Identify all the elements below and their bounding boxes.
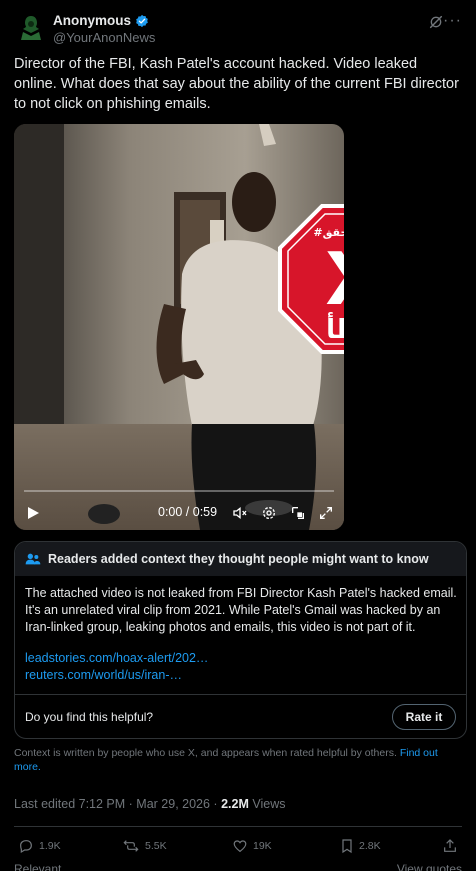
tweet-text: Director of the FBI, Kash Patel's accoun… bbox=[14, 56, 459, 112]
bookmark-count: 2.8K bbox=[359, 840, 381, 852]
note-source-link-2[interactable]: reuters.com/world/us/iran-… bbox=[25, 668, 182, 682]
tweet-meta: Last edited 7:12 PM · Mar 29, 2026 · 2.2… bbox=[14, 797, 285, 811]
stamp-bottom-text: خطأ bbox=[326, 312, 344, 345]
edited-timestamp[interactable]: Last edited 7:12 PM · Mar 29, 2026 · bbox=[14, 797, 218, 811]
share-icon[interactable] bbox=[442, 838, 458, 854]
tweet-header: Anonymous @YourAnonNews ··· bbox=[14, 8, 462, 48]
stamp-letter: X bbox=[325, 237, 344, 321]
context-text: Context is written by people who use X, … bbox=[14, 747, 397, 759]
avatar[interactable] bbox=[14, 10, 48, 44]
community-note: Readers added context they thought peopl… bbox=[14, 541, 467, 739]
more-options-icon[interactable]: ··· bbox=[443, 12, 462, 30]
like-count: 19K bbox=[253, 840, 272, 852]
volume-icon[interactable] bbox=[232, 505, 248, 521]
author-name-text: Anonymous bbox=[53, 13, 132, 28]
heart-icon bbox=[233, 840, 247, 853]
relevant-sort[interactable]: Relevant bbox=[14, 862, 61, 871]
video-progress-bar[interactable] bbox=[24, 490, 334, 492]
replies-sort-bar: Relevant View quotes bbox=[14, 862, 462, 871]
settings-gear-icon[interactable] bbox=[261, 505, 277, 521]
community-note-body: The attached video is not leaked from FB… bbox=[25, 586, 457, 634]
context-disclaimer: Context is written by people who use X, … bbox=[14, 746, 462, 774]
bookmark-button[interactable]: 2.8K bbox=[340, 838, 381, 854]
video-timecode: 0:00 / 0:59 bbox=[158, 505, 218, 519]
like-button[interactable]: 19K bbox=[232, 838, 272, 854]
divider bbox=[15, 694, 466, 695]
note-source-link-1[interactable]: leadstories.com/hoax-alert/202… bbox=[25, 651, 208, 665]
author-name[interactable]: Anonymous bbox=[53, 13, 149, 28]
view-quotes-link[interactable]: View quotes bbox=[397, 862, 462, 871]
reply-icon bbox=[20, 840, 32, 854]
reply-button[interactable]: 1.9K bbox=[18, 838, 61, 854]
author-handle[interactable]: @YourAnonNews bbox=[53, 30, 155, 45]
people-icon bbox=[25, 553, 41, 565]
false-rating-stamp-icon: #النهار_تتحقق X خطأ bbox=[278, 204, 344, 354]
play-icon[interactable] bbox=[26, 506, 40, 520]
fullscreen-icon[interactable] bbox=[318, 505, 334, 521]
views-label: Views bbox=[252, 797, 286, 811]
rate-it-button[interactable]: Rate it bbox=[392, 704, 456, 730]
bookmark-icon bbox=[342, 839, 352, 854]
repost-button[interactable]: 5.5K bbox=[122, 838, 167, 854]
grok-icon[interactable] bbox=[428, 14, 444, 30]
divider bbox=[14, 826, 462, 827]
reply-count: 1.9K bbox=[39, 840, 61, 852]
repost-count: 5.5K bbox=[145, 840, 167, 852]
repost-icon bbox=[123, 840, 139, 852]
pip-icon[interactable] bbox=[290, 505, 306, 521]
video-controls: 0:00 / 0:59 bbox=[14, 488, 344, 530]
action-bar: 1.9K 5.5K 19K 2.8K bbox=[18, 838, 466, 858]
video-player[interactable]: #النهار_تتحقق X خطأ 0:00 / 0:59 bbox=[14, 124, 344, 530]
views-count: 2.2M bbox=[221, 797, 249, 811]
community-note-header: Readers added context they thought peopl… bbox=[15, 542, 466, 576]
community-note-heading: Readers added context they thought peopl… bbox=[48, 552, 429, 566]
verified-badge-icon bbox=[136, 14, 148, 27]
helpful-question: Do you find this helpful? bbox=[25, 710, 154, 724]
